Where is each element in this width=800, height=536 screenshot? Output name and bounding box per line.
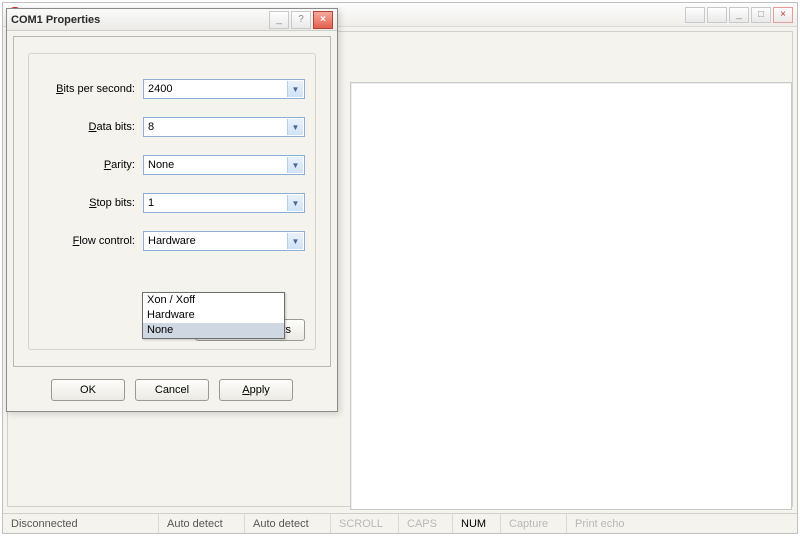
- status-scroll: SCROLL: [331, 514, 399, 533]
- dialog-close-button[interactable]: ×: [313, 11, 333, 29]
- dialog-title-buttons: _ ? ×: [269, 11, 333, 29]
- label-flow-control: Flow control:: [39, 235, 143, 247]
- status-caps: CAPS: [399, 514, 453, 533]
- aux-button-1[interactable]: [685, 7, 705, 23]
- dialog-minimize-button[interactable]: _: [269, 11, 289, 29]
- dialog-titlebar: COM1 Properties _ ? ×: [7, 9, 337, 31]
- terminal-area[interactable]: [350, 82, 792, 510]
- com1-properties-dialog: COM1 Properties _ ? × Port Settings Bits…: [6, 8, 338, 412]
- combo-bits-per-second-value: 2400: [148, 83, 172, 95]
- apply-button[interactable]: Apply: [219, 379, 293, 401]
- status-connection: Disconnected: [3, 514, 159, 533]
- app-title-buttons: _ □ ×: [685, 7, 793, 23]
- row-bits-per-second: Bits per second: 2400 ▼: [39, 78, 305, 100]
- status-num: NUM: [453, 514, 501, 533]
- cancel-button[interactable]: Cancel: [135, 379, 209, 401]
- combo-flow-control[interactable]: Hardware ▼: [143, 231, 305, 251]
- flow-option-xonxoff[interactable]: Xon / Xoff: [143, 293, 284, 308]
- row-stop-bits: Stop bits: 1 ▼: [39, 192, 305, 214]
- chevron-down-icon: ▼: [287, 119, 303, 135]
- chevron-down-icon: ▼: [287, 233, 303, 249]
- combo-data-bits[interactable]: 8 ▼: [143, 117, 305, 137]
- aux-button-2[interactable]: [707, 7, 727, 23]
- combo-stop-bits-value: 1: [148, 197, 154, 209]
- status-capture: Capture: [501, 514, 567, 533]
- combo-stop-bits[interactable]: 1 ▼: [143, 193, 305, 213]
- maximize-button[interactable]: □: [751, 7, 771, 23]
- chevron-down-icon: ▼: [287, 81, 303, 97]
- dialog-title: COM1 Properties: [11, 14, 269, 26]
- label-parity: Parity:: [39, 159, 143, 171]
- flow-control-dropdown-list[interactable]: Xon / Xoff Hardware None: [142, 292, 285, 339]
- combo-parity-value: None: [148, 159, 174, 171]
- close-button[interactable]: ×: [773, 7, 793, 23]
- row-data-bits: Data bits: 8 ▼: [39, 116, 305, 138]
- combo-parity[interactable]: None ▼: [143, 155, 305, 175]
- label-stop-bits: Stop bits:: [39, 197, 143, 209]
- dialog-button-row: OK Cancel Apply: [7, 379, 337, 401]
- status-detect-1: Auto detect: [159, 514, 245, 533]
- dialog-help-button[interactable]: ?: [291, 11, 311, 29]
- label-data-bits: Data bits:: [39, 121, 143, 133]
- combo-bits-per-second[interactable]: 2400 ▼: [143, 79, 305, 99]
- chevron-down-icon: ▼: [287, 195, 303, 211]
- status-bar: Disconnected Auto detect Auto detect SCR…: [3, 513, 797, 533]
- row-flow-control: Flow control: Hardware ▼: [39, 230, 305, 252]
- chevron-down-icon: ▼: [287, 157, 303, 173]
- ok-button[interactable]: OK: [51, 379, 125, 401]
- combo-data-bits-value: 8: [148, 121, 154, 133]
- flow-option-hardware[interactable]: Hardware: [143, 308, 284, 323]
- combo-flow-control-value: Hardware: [148, 235, 196, 247]
- row-parity: Parity: None ▼: [39, 154, 305, 176]
- status-print-echo: Print echo: [567, 514, 647, 533]
- status-detect-2: Auto detect: [245, 514, 331, 533]
- label-bits-per-second: Bits per second:: [39, 83, 143, 95]
- flow-option-none[interactable]: None: [143, 323, 284, 338]
- minimize-button[interactable]: _: [729, 7, 749, 23]
